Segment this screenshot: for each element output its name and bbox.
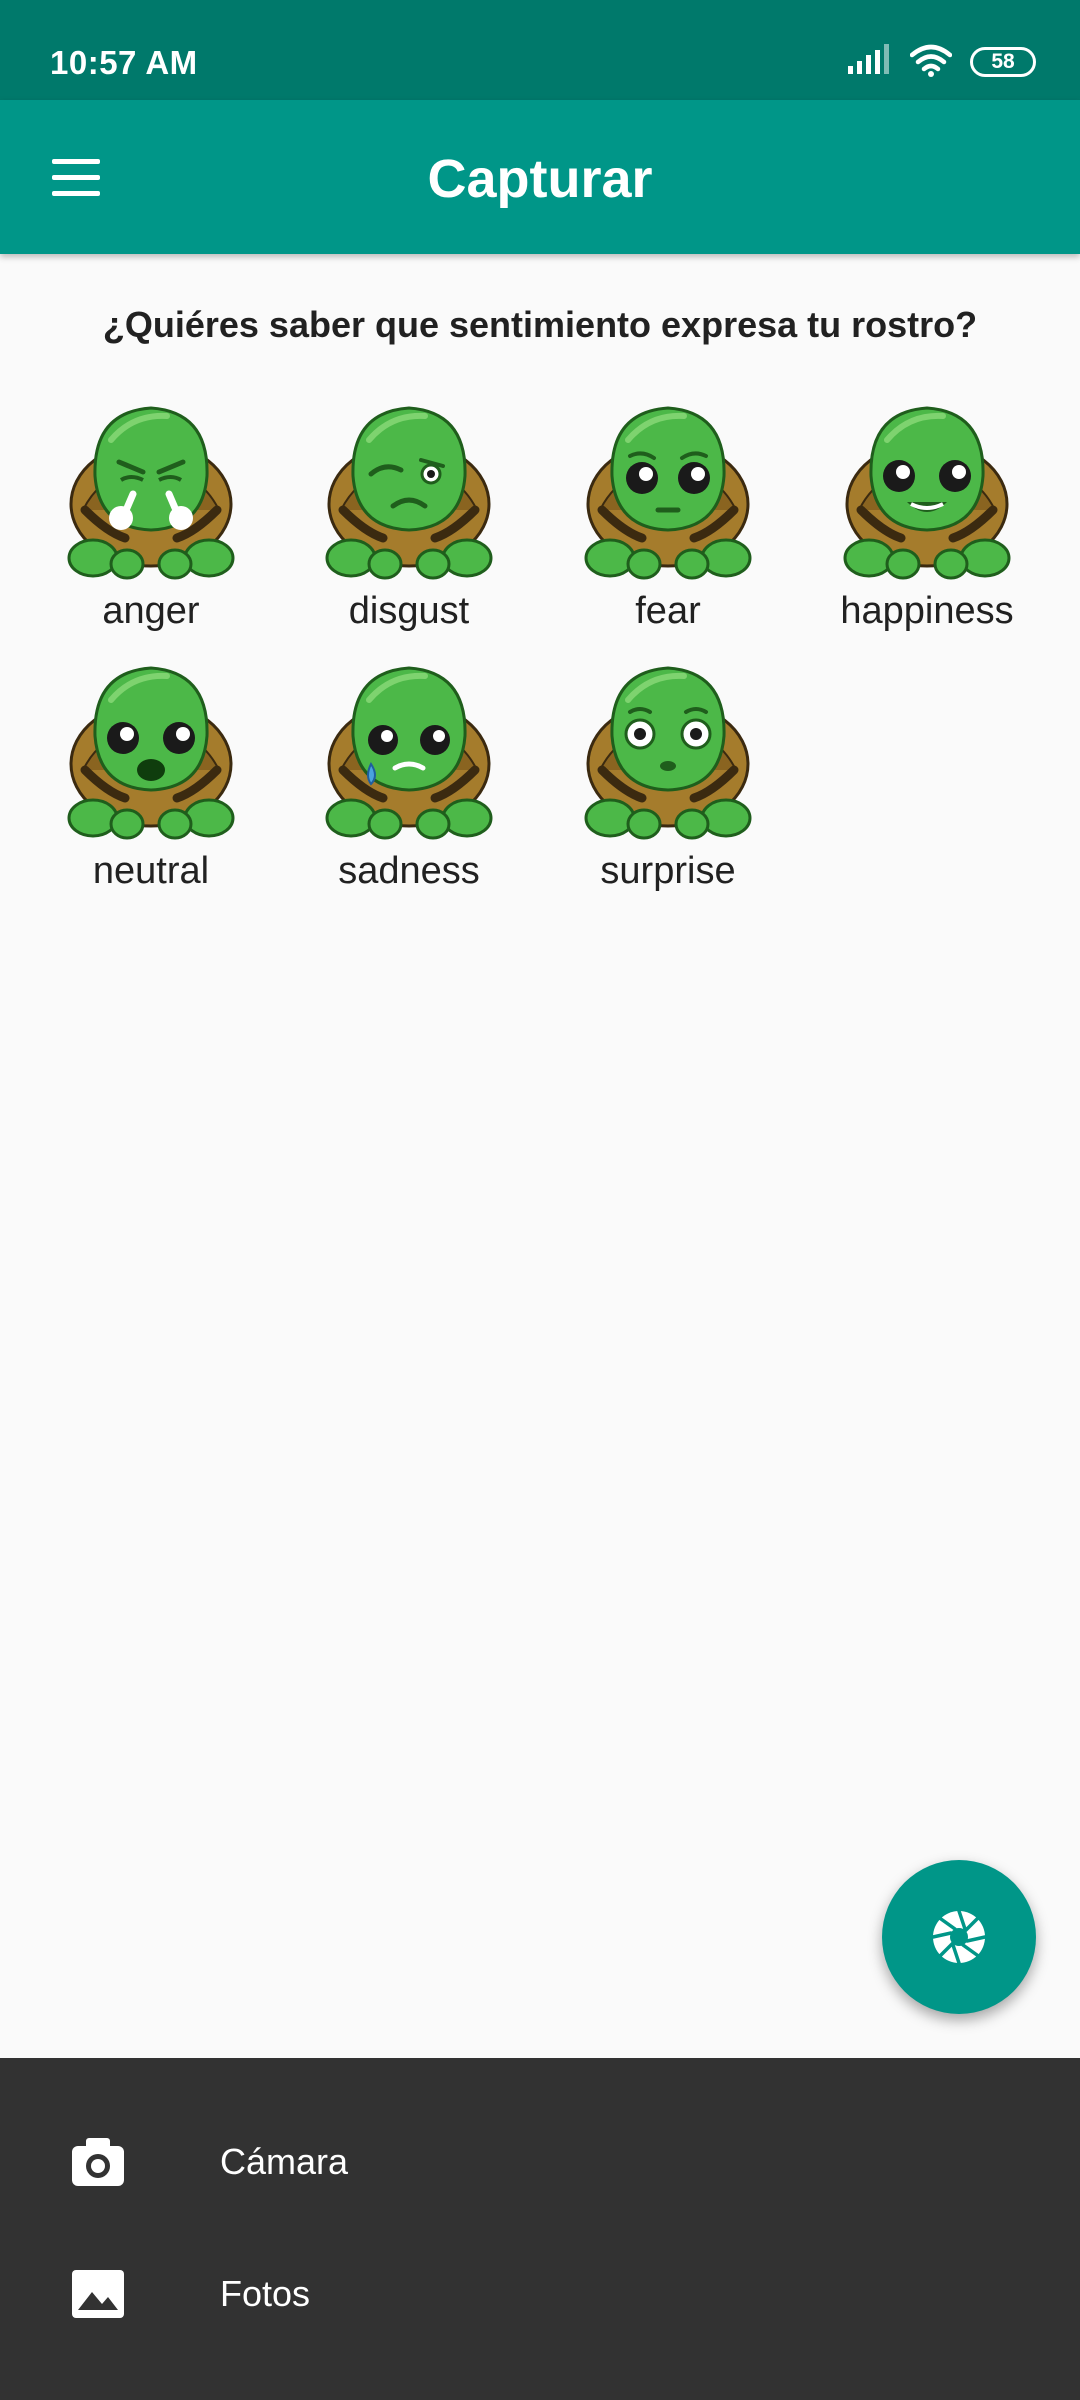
camera-icon xyxy=(72,2138,124,2186)
sheet-item-label: Fotos xyxy=(220,2273,311,2314)
turtle-happiness-icon xyxy=(839,400,1015,580)
sheet-item-camera[interactable]: Cámara xyxy=(0,2096,1080,2228)
turtle-fear-icon xyxy=(580,400,756,580)
battery-level: 58 xyxy=(991,50,1015,73)
page-title: Capturar xyxy=(427,149,653,209)
status-icons: 58 xyxy=(848,43,1036,82)
emotion-label: fear xyxy=(635,590,701,632)
emotion-item-fear[interactable]: fear xyxy=(558,400,778,650)
emotion-label: surprise xyxy=(600,850,736,892)
emotion-label: disgust xyxy=(348,590,470,632)
emotion-label: anger xyxy=(102,590,200,632)
turtle-neutral-icon xyxy=(63,660,239,840)
turtle-sadness-icon xyxy=(321,660,497,840)
status-time: 10:57 AM xyxy=(50,44,198,81)
emotion-item-neutral[interactable]: neutral xyxy=(41,660,261,910)
sheet-item-label: Cámara xyxy=(220,2141,349,2182)
camera-shutter-icon xyxy=(931,1909,987,1965)
emotion-prompt: ¿Quiéres saber que sentimiento expresa t… xyxy=(102,304,978,345)
turtle-disgust-icon xyxy=(321,400,497,580)
emotion-item-surprise[interactable]: surprise xyxy=(558,660,778,910)
turtle-surprise-icon xyxy=(580,660,756,840)
emotion-item-disgust[interactable]: disgust xyxy=(299,400,519,650)
battery-icon: 58 xyxy=(970,47,1036,77)
wifi-icon xyxy=(909,43,953,82)
emotion-item-happiness[interactable]: happiness xyxy=(817,400,1037,650)
turtle-anger-icon xyxy=(63,400,239,580)
emotion-label: sadness xyxy=(338,850,480,892)
emotion-item-sadness[interactable]: sadness xyxy=(299,660,519,910)
signal-icon xyxy=(848,43,892,81)
emotion-label: happiness xyxy=(840,590,1014,632)
bottom-sheet: Cámara Fotos xyxy=(0,2058,1080,2400)
capture-fab-button[interactable] xyxy=(882,1860,1036,2014)
status-bar: 10:57 AM 58 xyxy=(0,0,1080,100)
emotion-label: neutral xyxy=(92,850,210,892)
app-bar: Capturar xyxy=(0,100,1080,254)
emotion-item-anger[interactable]: anger xyxy=(41,400,261,650)
sheet-item-photos[interactable]: Fotos xyxy=(0,2228,1080,2360)
image-icon xyxy=(72,2270,124,2318)
